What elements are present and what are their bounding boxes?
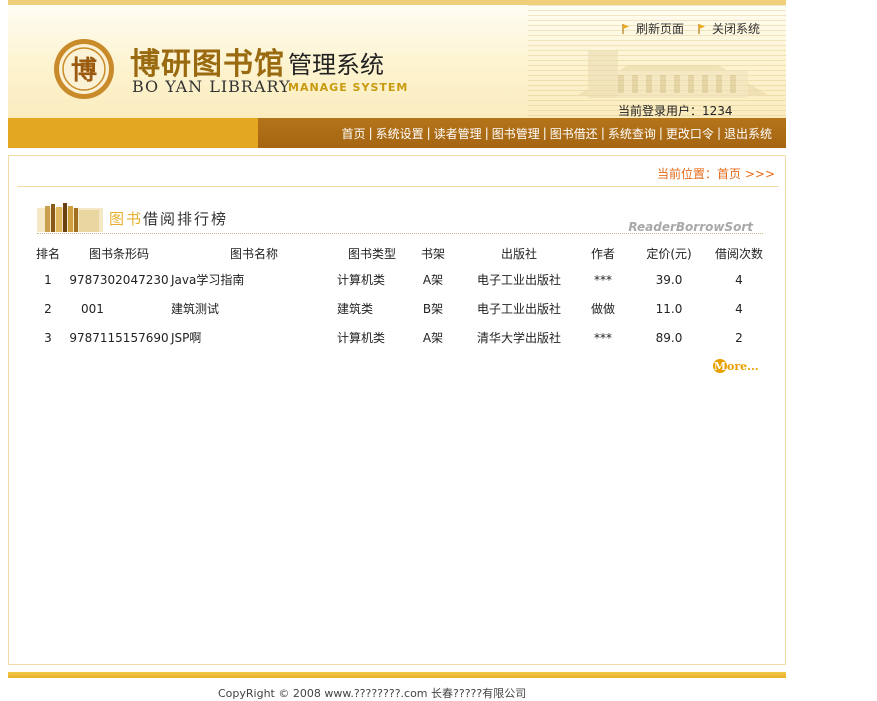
main-nav: 首页 | 系统设置 | 读者管理 | 图书管理 | 图书借还 | 系统查询 | … [8, 118, 786, 148]
cell-borrow-count: 2 [735, 330, 743, 345]
login-user-label: 当前登录用户： [618, 104, 703, 118]
nav-item-system-query[interactable]: 系统查询 [608, 125, 656, 142]
footer-copyright: CopyRight © 2008 www.????????.com 长春????… [218, 687, 527, 700]
cell-book-type: 计算机类 [337, 331, 386, 345]
nav-item-home[interactable]: 首页 [342, 125, 366, 142]
cell-borrow-count: 4 [735, 301, 743, 316]
nav-menu: 首页 | 系统设置 | 读者管理 | 图书管理 | 图书借还 | 系统查询 | … [258, 118, 786, 148]
nav-separator: | [426, 126, 431, 140]
more-link[interactable]: More... [713, 358, 759, 374]
system-title-en-sub: MANAGE SYSTEM [288, 81, 409, 94]
table-row: 1 9787302047230 Java学习指南 计算机类 A架 电子工业出版社… [29, 265, 767, 294]
col-header-barcode: 图书条形码 [88, 246, 149, 261]
breadcrumb: 当前位置：首页 >>> [657, 165, 775, 182]
section-title-en: ReaderBorrowSort [628, 220, 753, 234]
header-banner: 博 博研图书馆 管理系统 BO YAN LIBRARY MANAGE SYSTE… [8, 0, 786, 118]
section-title-rest: 借阅排行榜 [143, 210, 229, 228]
nav-item-reader-management[interactable]: 读者管理 [434, 125, 482, 142]
cell-book-name: Java学习指南 [171, 273, 245, 287]
cell-author: 做做 [590, 302, 615, 316]
refresh-page-link[interactable]: 刷新页面 [622, 20, 684, 37]
page: 博 博研图书馆 管理系统 BO YAN LIBRARY MANAGE SYSTE… [8, 0, 786, 700]
col-header-price: 定价(元) [646, 246, 692, 261]
col-header-borrow-count: 借阅次数 [714, 246, 763, 261]
nav-item-change-password[interactable]: 更改口令 [666, 125, 714, 142]
top-links: 刷新页面 关闭系统 [622, 20, 760, 37]
cell-rank: 2 [44, 301, 52, 316]
logo-seal-icon: 博 [54, 39, 114, 99]
flag-icon [622, 23, 629, 34]
nav-separator: | [368, 126, 373, 140]
books-icon [37, 203, 103, 232]
nav-item-system-settings[interactable]: 系统设置 [376, 125, 424, 142]
cell-book-type: 计算机类 [337, 273, 386, 287]
breadcrumb-arrows: >>> [744, 167, 775, 181]
section-dotted-divider [37, 233, 763, 234]
table-header-row: 排名 图书条形码 图书名称 图书类型 书架 出版社 作者 定价(元) 借阅次数 [29, 241, 767, 265]
borrow-ranking-table: 排名 图书条形码 图书名称 图书类型 书架 出版社 作者 定价(元) 借阅次数 … [29, 241, 767, 352]
cell-author: *** [594, 272, 612, 287]
close-system-link[interactable]: 关闭系统 [698, 20, 760, 37]
system-title-sub: 管理系统 [288, 51, 384, 79]
col-header-publisher: 出版社 [500, 246, 537, 261]
refresh-page-label: 刷新页面 [636, 22, 685, 36]
cell-publisher: 电子工业出版社 [476, 273, 561, 287]
close-system-label: 关闭系统 [712, 22, 761, 36]
nav-item-book-borrow-return[interactable]: 图书借还 [550, 125, 598, 142]
nav-left-band [8, 118, 258, 148]
nav-item-book-management[interactable]: 图书管理 [492, 125, 540, 142]
cell-shelf: A架 [422, 331, 444, 345]
cell-price: 39.0 [655, 272, 683, 287]
main-content: 当前位置：首页 >>> 图书借阅排行榜 ReaderBorrowSort 排名 … [8, 155, 786, 665]
library-building-image [578, 50, 768, 98]
section-title: 图书借阅排行榜 [109, 208, 228, 229]
cell-price: 89.0 [655, 330, 683, 345]
col-header-author: 作者 [590, 246, 615, 261]
cell-publisher: 清华大学出版社 [476, 331, 561, 345]
cell-publisher: 电子工业出版社 [476, 302, 561, 316]
section-title-highlight: 图书 [109, 210, 144, 228]
more-label: ore... [727, 359, 759, 373]
breadcrumb-label: 当前位置： [656, 167, 717, 181]
login-user-info: 当前登录用户：1234 [618, 102, 733, 118]
cell-shelf: A架 [422, 273, 444, 287]
col-header-book-type: 图书类型 [347, 246, 396, 261]
nav-separator: | [542, 126, 547, 140]
cell-rank: 1 [44, 272, 52, 287]
nav-separator: | [484, 126, 489, 140]
cell-barcode: 9787115157690 [69, 330, 169, 345]
cell-borrow-count: 4 [735, 272, 743, 287]
breadcrumb-home-link[interactable]: 首页 [717, 167, 741, 181]
breadcrumb-divider [17, 186, 779, 187]
footer-bar [8, 672, 786, 678]
cell-price: 11.0 [655, 301, 683, 316]
table-row: 2 001 建筑测试 建筑类 B架 电子工业出版社 做做 11.0 4 [29, 294, 767, 323]
cell-book-name: JSP啊 [171, 331, 202, 345]
cell-shelf: B架 [422, 302, 444, 316]
cell-barcode: 9787302047230 [69, 272, 169, 287]
cell-barcode: 001 [81, 301, 104, 316]
col-header-shelf: 书架 [420, 246, 445, 261]
flag-icon [698, 23, 706, 34]
cell-rank: 3 [44, 330, 52, 345]
more-initial: M [713, 359, 727, 373]
svg-text:博: 博 [71, 56, 97, 86]
cell-book-name: 建筑测试 [171, 302, 220, 316]
nav-separator: | [716, 126, 721, 140]
nav-separator: | [600, 126, 605, 140]
nav-item-logout[interactable]: 退出系统 [724, 125, 772, 142]
section-header: 图书借阅排行榜 ReaderBorrowSort [37, 202, 763, 234]
table-row: 3 9787115157690 JSP啊 计算机类 A架 清华大学出版社 ***… [29, 323, 767, 352]
cell-book-type: 建筑类 [337, 302, 374, 316]
system-title-en: BO YAN LIBRARY [132, 77, 291, 96]
col-header-book-name: 图书名称 [229, 246, 278, 261]
login-user-value: 1234 [702, 104, 733, 118]
cell-author: *** [594, 330, 612, 345]
nav-separator: | [658, 126, 663, 140]
col-header-rank: 排名 [35, 246, 60, 261]
